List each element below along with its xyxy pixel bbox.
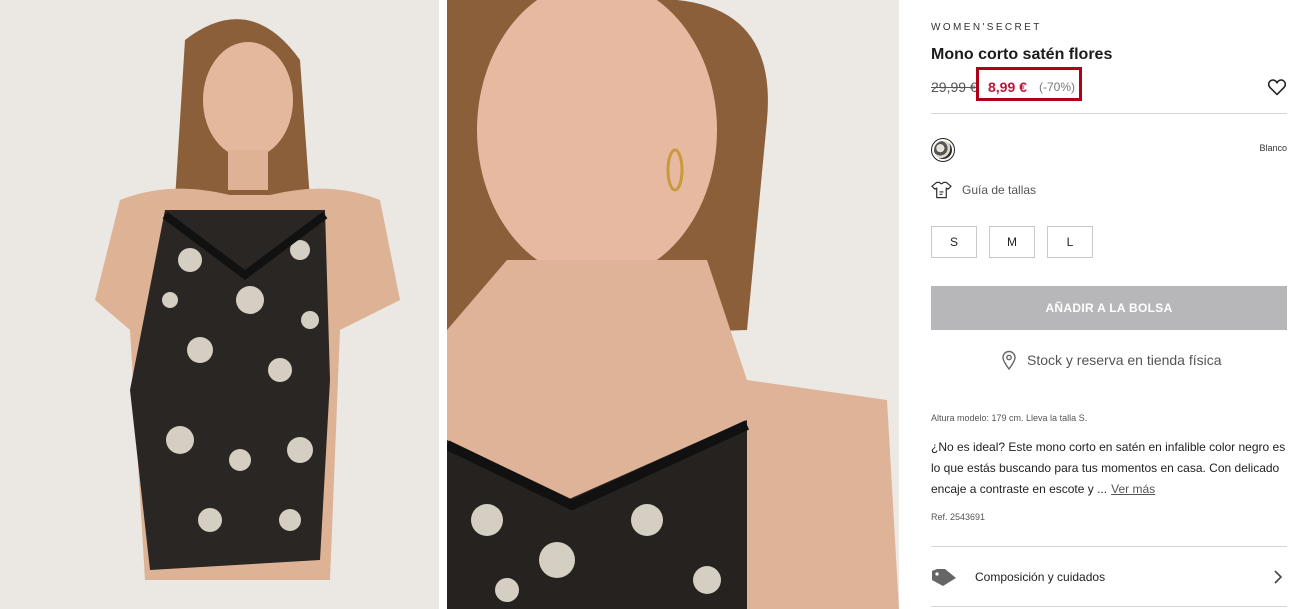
read-more-link[interactable]: Ver más bbox=[1111, 482, 1155, 496]
divider bbox=[931, 606, 1287, 607]
model-closeup-illustration bbox=[447, 0, 899, 609]
size-guide-label: Guía de tallas bbox=[962, 183, 1037, 197]
chevron-right-icon bbox=[1274, 570, 1283, 584]
store-stock-label: Stock y reserva en tienda física bbox=[1027, 352, 1222, 368]
label-tag-icon bbox=[932, 569, 956, 586]
store-stock-link[interactable]: Stock y reserva en tienda física bbox=[1001, 350, 1222, 370]
divider bbox=[931, 546, 1287, 547]
size-button-l[interactable]: L bbox=[1047, 226, 1093, 258]
description-text: ¿No es ideal? Este mono corto en satén e… bbox=[931, 440, 1286, 496]
product-reference: Ref. 2543691 bbox=[931, 512, 986, 522]
sale-price: 8,99 € bbox=[988, 79, 1027, 95]
price-row: 29,99 € 8,99 € (-70%) bbox=[931, 67, 1287, 101]
color-name: Blanco bbox=[1259, 143, 1287, 153]
divider bbox=[931, 113, 1287, 114]
product-title: Mono corto satén flores bbox=[931, 46, 1113, 63]
old-price: 29,99 € bbox=[931, 79, 978, 95]
product-description: ¿No es ideal? Este mono corto en satén e… bbox=[931, 437, 1287, 500]
model-photo-illustration bbox=[0, 0, 439, 609]
tshirt-ruler-icon bbox=[931, 181, 952, 199]
heart-icon[interactable] bbox=[1267, 77, 1287, 97]
model-info: Altura modelo: 179 cm. Lleva la talla S. bbox=[931, 413, 1088, 423]
location-pin-icon bbox=[1002, 350, 1016, 370]
product-photo-closeup[interactable] bbox=[447, 0, 899, 609]
discount-badge: (-70%) bbox=[1039, 80, 1076, 94]
add-to-bag-button[interactable]: AÑADIR A LA BOLSA bbox=[931, 286, 1287, 330]
composition-label: Composición y cuidados bbox=[975, 570, 1106, 584]
size-guide-link[interactable]: Guía de tallas bbox=[931, 180, 1036, 200]
composition-accordion[interactable]: Composición y cuidados bbox=[931, 564, 1287, 590]
size-button-s[interactable]: S bbox=[931, 226, 977, 258]
product-photo-front[interactable] bbox=[0, 0, 439, 609]
size-selector: S M L bbox=[931, 226, 1093, 258]
product-info-panel: WOMEN'SECRET Mono corto satén flores 29,… bbox=[931, 0, 1287, 609]
brand-name: WOMEN'SECRET bbox=[931, 22, 1042, 33]
size-button-m[interactable]: M bbox=[989, 226, 1035, 258]
color-swatch[interactable] bbox=[931, 138, 955, 162]
floral-swatch-icon bbox=[934, 141, 952, 159]
